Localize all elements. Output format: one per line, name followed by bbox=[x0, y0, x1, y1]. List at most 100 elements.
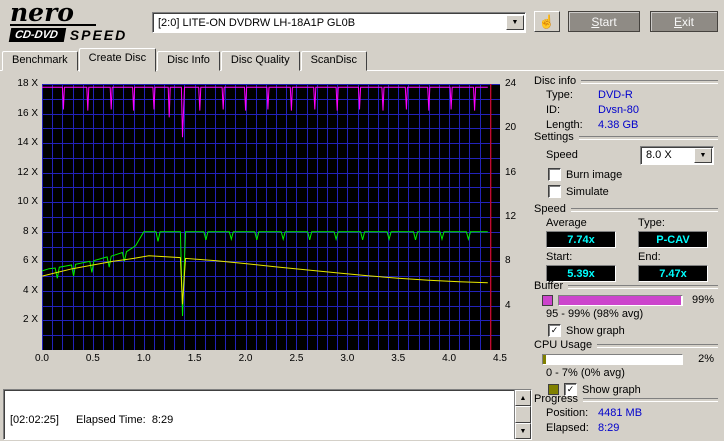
position-label: Position: bbox=[546, 406, 589, 419]
tab-benchmark[interactable]: Benchmark bbox=[2, 51, 78, 71]
drive-select[interactable]: [2:0] LITE-ON DVDRW LH-18A1P GL0B ▼ bbox=[152, 12, 526, 33]
cd-dvd-speed-logo: CD-DVD SPEED bbox=[8, 27, 128, 43]
scroll-up-button[interactable]: ▲ bbox=[515, 390, 531, 406]
write-type-value: P-CAV bbox=[638, 231, 708, 248]
x-axis-tick: 0.0 bbox=[35, 353, 49, 364]
buffer-meter-fill bbox=[559, 295, 681, 305]
cpu-meter bbox=[542, 353, 683, 365]
speed-select-dropdown-button[interactable]: ▼ bbox=[694, 147, 712, 163]
elapsed-label: Elapsed: bbox=[546, 421, 589, 434]
simulate-label: Simulate bbox=[566, 185, 609, 198]
buffer-legend-swatch bbox=[542, 294, 553, 306]
y-axis-left-tick: 10 X bbox=[17, 196, 38, 208]
divider bbox=[583, 397, 718, 402]
x-axis-tick: 0.5 bbox=[85, 353, 100, 364]
speed-section: Speed Average Type: 7.74x P-CAV Start: E… bbox=[534, 202, 718, 282]
y-axis-right-tick: 8 bbox=[505, 255, 511, 267]
settings-title: Settings bbox=[534, 130, 574, 143]
type-label: Type: bbox=[638, 217, 665, 229]
speed-select[interactable]: 8.0 X ▼ bbox=[640, 145, 714, 165]
write-speed-chart: 18 X 16 X 14 X 12 X 10 X 8 X 6 X 4 X 2 X 24 20 16 12… bbox=[4, 74, 530, 382]
elapsed-row: Elapsed: 8:29 bbox=[534, 420, 718, 435]
series-write-speed bbox=[41, 231, 488, 317]
y-axis-right-tick: 12 bbox=[505, 211, 517, 222]
x-axis-tick: 3.0 bbox=[340, 353, 355, 364]
elapsed-value: 8:29 bbox=[598, 421, 620, 434]
burn-image-label: Burn image bbox=[566, 168, 623, 181]
cpu-usage-section: CPU Usage 2% 0 - 7% (0% avg) ✓ Show grap… bbox=[534, 338, 718, 396]
speed-setting-label: Speed bbox=[546, 149, 578, 161]
arrow-up-icon: ▲ bbox=[519, 394, 527, 402]
buffer-show-graph-checkbox[interactable]: ✓ bbox=[548, 324, 561, 337]
y-axis-left-tick: 12 X bbox=[17, 166, 38, 178]
speed-graph bbox=[41, 84, 501, 351]
y-axis-right-tick: 24 bbox=[505, 78, 517, 89]
nero-brand-text: nero bbox=[10, 0, 96, 26]
exit-button[interactable]: Exit bbox=[650, 11, 718, 32]
buffer-show-graph-label: Show graph bbox=[566, 324, 625, 337]
tab-disc-quality[interactable]: Disc Quality bbox=[220, 51, 300, 71]
settings-section: Settings Speed 8.0 X ▼ Burn image Simula… bbox=[534, 130, 718, 198]
series-buffer-level bbox=[42, 86, 488, 138]
series-rotation-speed bbox=[41, 255, 488, 305]
y-axis-left-tick: 16 X bbox=[17, 107, 38, 119]
x-axis-tick: 4.0 bbox=[442, 353, 457, 364]
y-axis-left-tick: 18 X bbox=[17, 78, 38, 89]
burn-image-checkbox[interactable] bbox=[548, 168, 561, 181]
buffer-meter-row: 99% bbox=[534, 294, 718, 306]
simulate-row: Simulate bbox=[534, 185, 718, 198]
y-axis-left-tick: 6 X bbox=[22, 255, 38, 267]
disc-length-label: Length: bbox=[546, 118, 583, 131]
simulate-checkbox[interactable] bbox=[548, 185, 561, 198]
disc-info-section: Disc info Type: DVD-R ID: Dvsn-80 Length: 4… bbox=[534, 74, 718, 132]
y-axis-right-tick: 4 bbox=[505, 299, 511, 311]
average-speed-value: 7.74x bbox=[546, 231, 616, 248]
y-axis-left-tick: 4 X bbox=[22, 284, 38, 296]
y-axis-left-tick: 8 X bbox=[22, 225, 38, 237]
burn-image-row: Burn image bbox=[534, 168, 718, 181]
disc-type-value: DVD-R bbox=[598, 88, 633, 101]
cpu-usage-title: CPU Usage bbox=[534, 338, 593, 351]
scrollbar-thumb[interactable] bbox=[515, 406, 531, 423]
disc-type-label: Type: bbox=[546, 88, 573, 101]
options-hand-button[interactable]: ☝ bbox=[534, 11, 560, 32]
speed-select-value: 8.0 X bbox=[646, 149, 672, 161]
speed-title: Speed bbox=[534, 202, 566, 215]
speed-word: SPEED bbox=[69, 27, 128, 43]
buffer-title: Buffer bbox=[534, 279, 564, 292]
cd-dvd-badge: CD-DVD bbox=[8, 28, 67, 42]
start-button[interactable]: Start bbox=[568, 11, 640, 32]
cpu-percent: 2% bbox=[698, 353, 714, 365]
disc-id-value: Dvsn-80 bbox=[598, 103, 639, 116]
disc-info-title: Disc info bbox=[534, 74, 577, 87]
buffer-percent: 99% bbox=[691, 294, 714, 306]
buffer-meter bbox=[558, 294, 683, 306]
arrow-down-icon: ▼ bbox=[519, 427, 527, 435]
tab-create-disc[interactable]: Create Disc bbox=[78, 48, 157, 72]
log-scrollbar[interactable]: ▲ ▼ bbox=[514, 390, 531, 439]
log-timestamp: [02:02:25] bbox=[10, 414, 59, 426]
cpu-range-text: 0 - 7% (0% avg) bbox=[546, 367, 625, 379]
divider bbox=[570, 207, 718, 212]
divider bbox=[581, 79, 718, 84]
chevron-down-icon: ▼ bbox=[511, 19, 519, 26]
x-axis-tick: 2.5 bbox=[289, 353, 304, 364]
event-log: [02:02:25]Elapsed Time: 8:29 [02:10:37]C… bbox=[3, 389, 532, 440]
x-axis-tick: 2.0 bbox=[238, 353, 253, 364]
header: nero CD-DVD SPEED [2:0] LITE-ON DVDRW LH… bbox=[0, 0, 724, 46]
average-label: Average bbox=[546, 217, 587, 229]
log-lines: [02:02:25]Elapsed Time: 8:29 [02:10:37]C… bbox=[4, 390, 514, 439]
drive-select-dropdown-button[interactable]: ▼ bbox=[506, 15, 524, 30]
scroll-down-button[interactable]: ▼ bbox=[515, 423, 531, 439]
disc-id-row: ID: Dvsn-80 bbox=[534, 102, 718, 117]
y-axis-right-tick: 20 bbox=[505, 122, 517, 134]
x-axis-tick: 1.5 bbox=[187, 353, 202, 364]
buffer-range-text: 95 - 99% (98% avg) bbox=[546, 308, 644, 320]
divider bbox=[568, 284, 718, 289]
tab-disc-info[interactable]: Disc Info bbox=[157, 51, 220, 71]
end-label: End: bbox=[638, 251, 661, 263]
disc-length-value: 4.38 GB bbox=[598, 118, 639, 131]
buffer-section: Buffer 99% 95 - 99% (98% avg) ✓ Show gra… bbox=[534, 279, 718, 337]
progress-section: Progress Position: 4481 MB Elapsed: 8:29 bbox=[534, 392, 718, 435]
tab-scandisc[interactable]: ScanDisc bbox=[300, 51, 368, 71]
